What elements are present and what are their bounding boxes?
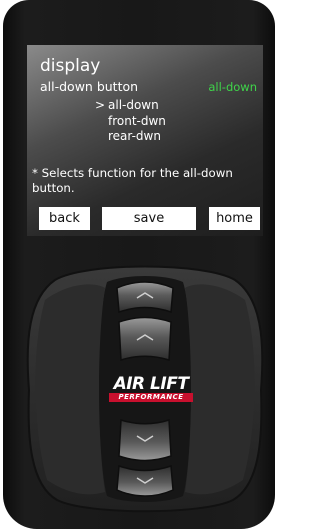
- up-button-1[interactable]: [116, 281, 174, 314]
- pad-left-wing: [35, 284, 105, 495]
- logo-main-text: AIR LIFT: [113, 374, 189, 394]
- menu-item-label: front-dwn: [108, 113, 166, 128]
- up-button-2[interactable]: [118, 316, 172, 362]
- home-button[interactable]: home: [209, 207, 260, 230]
- display-screen: display all-down button all-down > all-d…: [27, 45, 263, 236]
- selection-cursor-icon: >: [95, 98, 106, 112]
- control-pad: AIR LIFT PERFORMANCE: [25, 260, 265, 515]
- screen-title: display: [40, 56, 101, 76]
- setting-label: all-down button: [40, 79, 139, 94]
- help-text: * Selects function for the all-down butt…: [32, 166, 233, 195]
- logo-sub-text: PERFORMANCE: [109, 393, 193, 402]
- menu-item-label: rear-dwn: [108, 129, 161, 143]
- controller-device: display all-down button all-down > all-d…: [3, 0, 275, 529]
- current-value: all-down: [208, 80, 257, 94]
- save-button[interactable]: save: [102, 207, 196, 230]
- down-button-2[interactable]: [116, 464, 174, 497]
- down-button-1[interactable]: [118, 418, 172, 462]
- brand-logo: AIR LIFT PERFORMANCE: [101, 375, 201, 405]
- menu-item-label: all-down: [108, 98, 159, 112]
- back-button[interactable]: back: [39, 207, 90, 230]
